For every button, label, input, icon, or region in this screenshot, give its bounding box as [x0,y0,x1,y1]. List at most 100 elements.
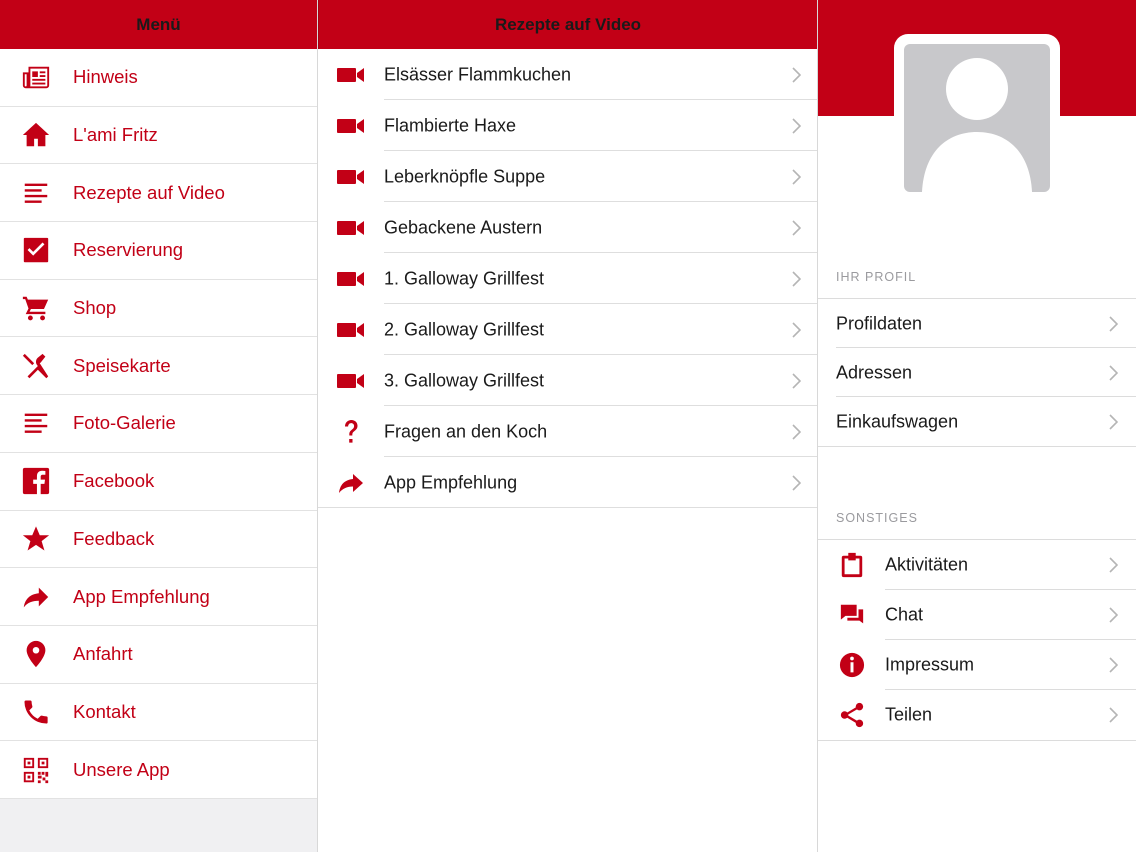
share-icon [838,701,866,729]
menu-item-feedback[interactable]: Feedback [0,511,317,569]
chevron-right-icon [791,474,802,491]
menu-item-label: Rezepte auf Video [73,181,225,203]
video-item-label: Elsässer Flammkuchen [384,64,572,84]
row-label: Profildaten [836,313,923,333]
avatar[interactable] [894,34,1060,202]
chevron-right-icon [1108,557,1119,573]
row-teilen[interactable]: Teilen [818,690,1136,740]
video-camera-icon [336,366,366,396]
menu-item-lami-fritz[interactable]: L'ami Fritz [0,107,317,165]
chevron-right-icon [791,219,802,236]
video-item[interactable]: Fragen an den Koch [318,406,817,457]
menu-item-label: Feedback [73,527,155,549]
video-item[interactable]: Elsässer Flammkuchen [318,49,817,100]
row-label: Adressen [836,362,913,382]
row-label: Teilen [885,704,933,725]
share-arrow-icon [20,581,52,613]
row-aktivitaeten[interactable]: Aktivitäten [818,540,1136,590]
chevron-right-icon [791,117,802,134]
video-item[interactable]: Flambierte Haxe [318,100,817,151]
menu-item-rezepte[interactable]: Rezepte auf Video [0,164,317,223]
menu-item-label: Foto-Galerie [73,412,176,434]
map-pin-icon [20,638,52,670]
menu-item-label: L'ami Fritz [73,124,158,146]
lines-icon [20,407,52,439]
menu-header: Menü [0,0,317,49]
newspaper-icon [20,61,52,93]
menu-item-label: Kontakt [73,700,136,722]
menu-pane: Menü Hinweis L'ami Fritz Rezepte auf Vid… [0,0,318,852]
question-icon [336,417,366,447]
video-item[interactable]: Gebackene Austern [318,202,817,253]
chevron-right-icon [1108,413,1119,430]
video-item[interactable]: 2. Galloway Grillfest [318,304,817,355]
menu-item-label: App Empfehlung [73,585,210,607]
video-camera-icon [336,315,366,345]
video-item-label: Flambierte Haxe [384,115,517,135]
menu-item-facebook[interactable]: Facebook [0,453,317,511]
video-item-label: 2. Galloway Grillfest [384,319,545,339]
chat-icon [838,601,866,629]
video-camera-icon [336,162,366,192]
menu-item-speisekarte[interactable]: Speisekarte [0,337,317,396]
video-camera-icon [336,60,366,90]
videos-pane: Rezepte auf Video Elsässer Flammkuchen Fl… [318,0,818,852]
facebook-icon [20,465,52,497]
row-label: Chat [885,604,924,625]
chevron-right-icon [1108,707,1119,723]
row-label: Einkaufswagen [836,411,959,431]
menu-item-unsere-app[interactable]: Unsere App [0,741,317,799]
video-item[interactable]: 1. Galloway Grillfest [318,253,817,304]
row-chat[interactable]: Chat [818,590,1136,640]
menu-item-label: Speisekarte [73,354,171,376]
video-item-label: 3. Galloway Grillfest [384,370,545,390]
video-item-label: Gebackene Austern [384,217,543,237]
row-einkaufswagen[interactable]: Einkaufswagen [818,397,1136,446]
video-item[interactable]: App Empfehlung [318,457,817,508]
chevron-right-icon [791,372,802,389]
menu-item-label: Unsere App [73,758,170,780]
row-adressen[interactable]: Adressen [818,348,1136,397]
menu-item-kontakt[interactable]: Kontakt [0,684,317,742]
chevron-right-icon [1108,364,1119,381]
video-item-label: 1. Galloway Grillfest [384,268,545,288]
video-camera-icon [336,111,366,141]
menu-item-reservierung[interactable]: Reservierung [0,222,317,280]
user-silhouette-icon [922,58,1032,192]
chevron-right-icon [791,321,802,338]
profile-pane: IHR PROFIL Profildaten Adressen Einkaufs… [818,0,1136,852]
cart-icon [20,292,52,324]
section-title-profile: IHR PROFIL [836,270,917,284]
video-camera-icon [336,213,366,243]
menu-item-label: Reservierung [73,239,184,261]
section-title-other: SONSTIGES [836,511,918,525]
menu-item-foto-galerie[interactable]: Foto-Galerie [0,395,317,453]
video-item[interactable]: Leberknöpfle Suppe [318,151,817,202]
chevron-right-icon [1108,657,1119,673]
menu-list: Hinweis L'ami Fritz Rezepte auf Video Re… [0,49,317,799]
menu-item-hinweis[interactable]: Hinweis [0,49,317,107]
menu-item-label: Anfahrt [73,643,133,665]
row-profildaten[interactable]: Profildaten [818,299,1136,348]
row-label: Aktivitäten [885,554,969,575]
star-icon [20,523,52,555]
video-item[interactable]: 3. Galloway Grillfest [318,355,817,406]
chevron-right-icon [791,168,802,185]
menu-item-anfahrt[interactable]: Anfahrt [0,626,317,684]
home-icon [20,119,52,151]
video-item-label: Leberknöpfle Suppe [384,166,546,186]
menu-item-label: Shop [73,297,117,319]
chevron-right-icon [791,423,802,440]
chevron-right-icon [791,270,802,287]
menu-item-app-empfehlung[interactable]: App Empfehlung [0,568,317,626]
cutlery-icon [20,350,52,382]
menu-item-shop[interactable]: Shop [0,280,317,338]
menu-item-label: Hinweis [73,66,138,88]
videos-title: Rezepte auf Video [494,14,642,34]
video-item-label: Fragen an den Koch [384,421,548,441]
clipboard-icon [838,551,866,579]
row-impressum[interactable]: Impressum [818,640,1136,690]
chevron-right-icon [1108,315,1119,332]
info-icon [838,651,866,679]
checkbox-icon [20,234,52,266]
